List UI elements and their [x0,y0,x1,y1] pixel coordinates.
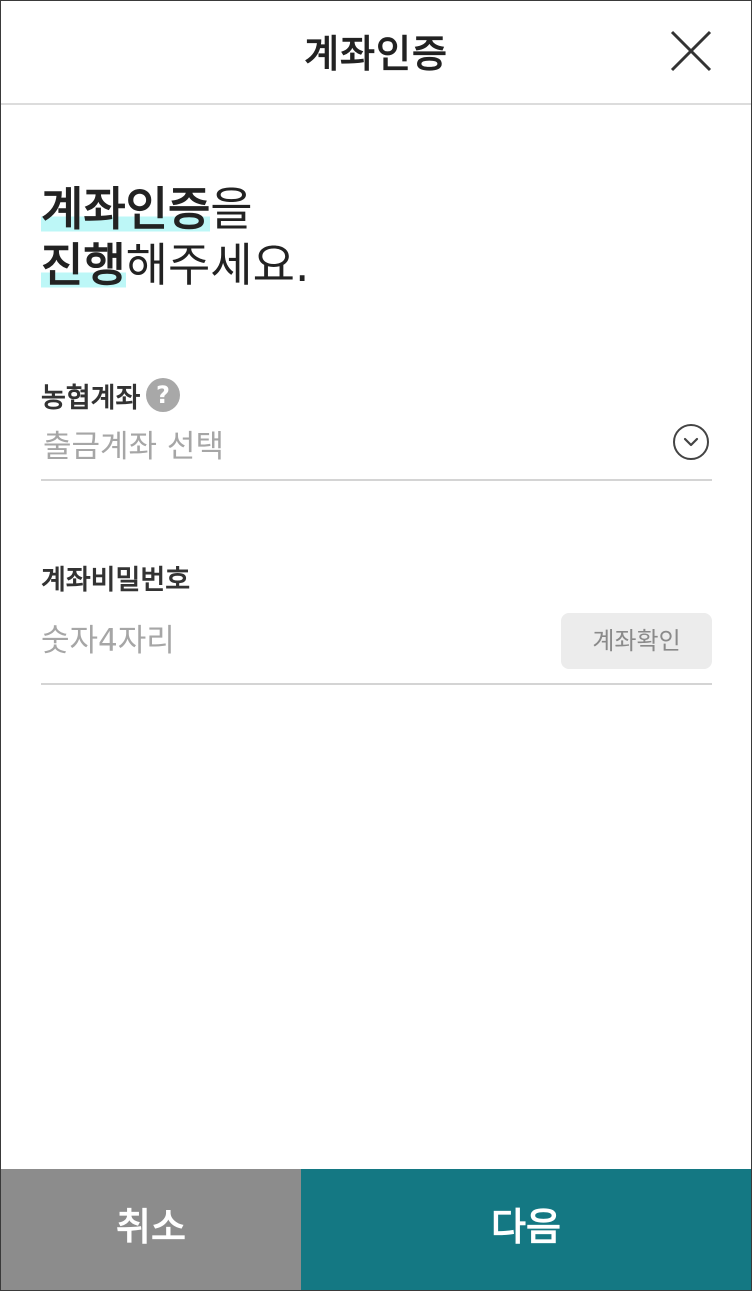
account-select[interactable]: 출금계좌 선택 [41,413,712,481]
password-row: 계좌확인 [41,607,712,685]
headline-line-2: 진행해주세요. [41,237,310,293]
verify-account-button[interactable]: 계좌확인 [561,613,712,669]
page-title: 계좌인증 [304,32,448,76]
next-button[interactable]: 다음 [301,1169,751,1290]
cancel-button[interactable]: 취소 [1,1169,301,1290]
close-button[interactable] [669,29,713,73]
app-frame: 계좌인증 계좌인증을 진행해주세요. 농협계좌 ? 출금계좌 선택 계좌비밀번호… [0,0,752,1291]
bottom-action-bar: 취소 다음 [1,1169,751,1290]
headline-text-1: 을 [210,182,253,236]
chevron-down-circle-icon [673,424,709,460]
headline-emphasis-1: 계좌인증 [41,182,211,236]
account-label: 농협계좌 [41,383,141,414]
password-label: 계좌비밀번호 [41,565,191,596]
headline: 계좌인증을 진행해주세요. [41,181,310,293]
header: 계좌인증 [1,1,751,105]
password-input[interactable] [41,619,541,663]
headline-text-2: 해주세요. [125,238,310,292]
help-icon[interactable]: ? [146,378,180,412]
headline-emphasis-2: 진행 [41,238,126,292]
close-icon [670,30,712,72]
headline-line-1: 계좌인증을 [41,181,310,237]
account-select-placeholder: 출금계좌 선택 [43,429,224,465]
